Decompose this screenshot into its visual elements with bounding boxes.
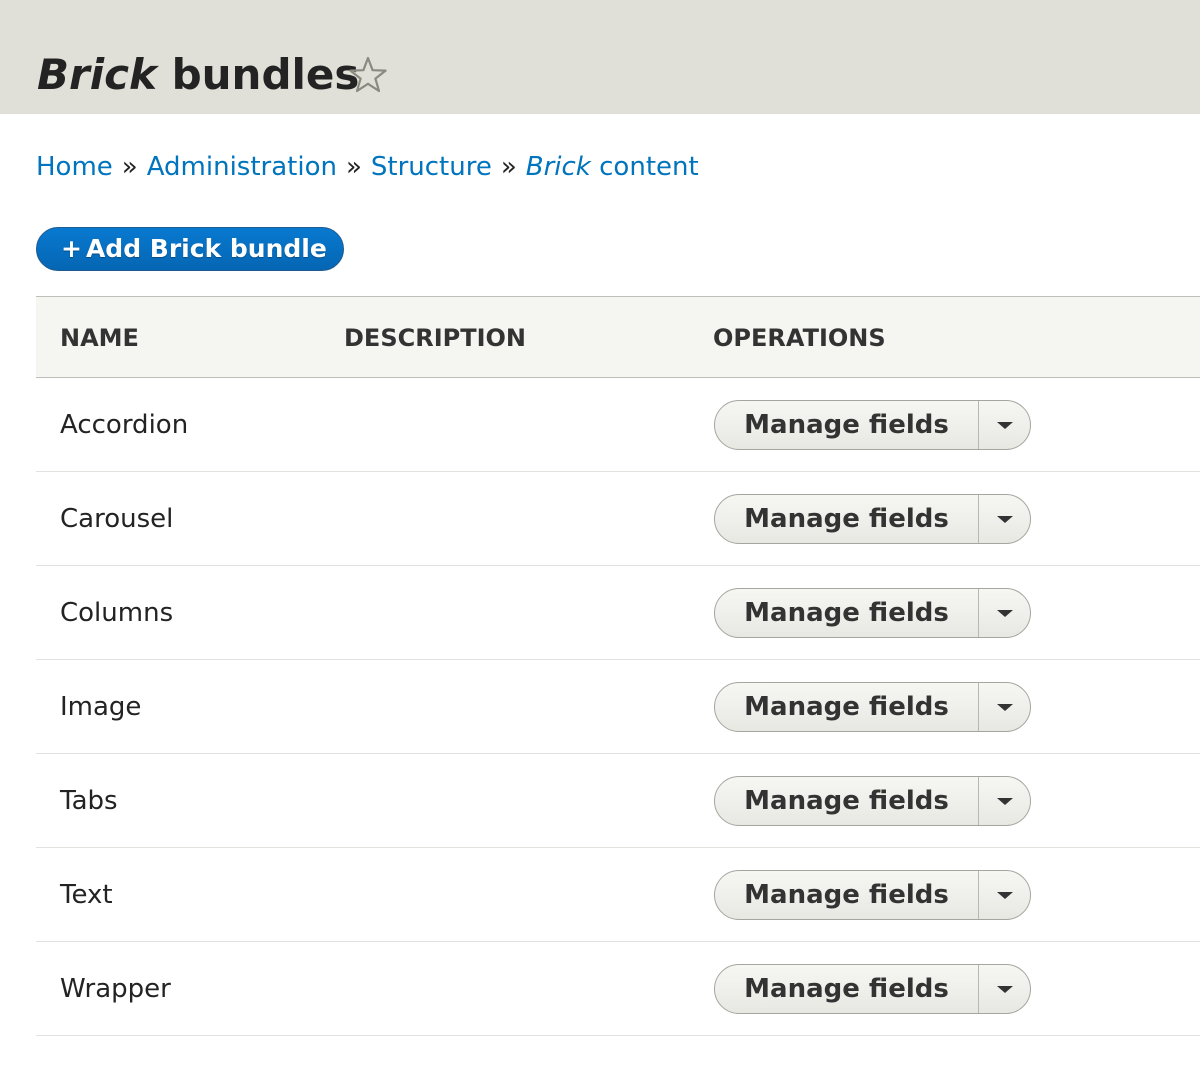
manage-fields-button[interactable]: Manage fields — [715, 401, 978, 449]
breadcrumb-home[interactable]: Home — [36, 152, 113, 182]
operations-dropbutton: Manage fields — [714, 588, 1031, 638]
dropbutton-toggle[interactable] — [978, 683, 1030, 731]
breadcrumb: Home » Administration » Structure » Brick cont… — [36, 150, 699, 184]
page-title-italic: Brick — [37, 50, 157, 99]
breadcrumb-administration[interactable]: Administration — [147, 152, 337, 182]
operations-dropbutton: Manage fields — [714, 494, 1031, 544]
table-row: Text Manage fields — [36, 848, 1200, 942]
dropbutton-toggle[interactable] — [978, 965, 1030, 1013]
caret-down-icon — [997, 516, 1013, 523]
bundle-name: Tabs — [60, 786, 118, 816]
bundle-name: Text — [60, 880, 113, 910]
caret-down-icon — [997, 422, 1013, 429]
page-header: Brick bundles — [0, 0, 1200, 114]
breadcrumb-separator: » — [121, 152, 138, 182]
bundle-name: Columns — [60, 598, 174, 628]
breadcrumb-separator: » — [345, 152, 362, 182]
breadcrumb-brick-content-italic: Brick — [525, 152, 591, 182]
breadcrumb-brick-content[interactable]: Brick content — [526, 152, 699, 182]
dropbutton-toggle[interactable] — [978, 401, 1030, 449]
caret-down-icon — [997, 986, 1013, 993]
page-title: Brick bundles — [37, 50, 359, 100]
page-title-rest: bundles — [171, 50, 360, 99]
manage-fields-button[interactable]: Manage fields — [715, 871, 978, 919]
manage-fields-button[interactable]: Manage fields — [715, 495, 978, 543]
table-row: Wrapper Manage fields — [36, 942, 1200, 1036]
brick-bundles-table: Name Description Operations Accordion Ma… — [36, 296, 1200, 1036]
table-row: Image Manage fields — [36, 660, 1200, 754]
operations-dropbutton: Manage fields — [714, 870, 1031, 920]
operations-dropbutton: Manage fields — [714, 776, 1031, 826]
column-header-operations: Operations — [713, 324, 886, 352]
table-row: Carousel Manage fields — [36, 472, 1200, 566]
dropbutton-toggle[interactable] — [978, 589, 1030, 637]
table-row: Accordion Manage fields — [36, 378, 1200, 472]
bundle-name: Accordion — [60, 410, 189, 440]
breadcrumb-separator: » — [500, 152, 517, 182]
column-header-description: Description — [344, 324, 527, 352]
column-header-name: Name — [60, 324, 139, 352]
caret-down-icon — [997, 798, 1013, 805]
table-row: Tabs Manage fields — [36, 754, 1200, 848]
breadcrumb-brick-content-rest: content — [599, 152, 699, 182]
bundle-name: Wrapper — [60, 974, 171, 1004]
star-icon[interactable] — [348, 56, 388, 94]
plus-icon: + — [61, 234, 82, 263]
dropbutton-toggle[interactable] — [978, 495, 1030, 543]
operations-dropbutton: Manage fields — [714, 682, 1031, 732]
add-brick-bundle-button[interactable]: + Add Brick bundle — [36, 227, 344, 271]
caret-down-icon — [997, 704, 1013, 711]
table-header: Name Description Operations — [36, 296, 1200, 378]
breadcrumb-structure[interactable]: Structure — [371, 152, 492, 182]
bundle-name: Image — [60, 692, 142, 722]
manage-fields-button[interactable]: Manage fields — [715, 683, 978, 731]
dropbutton-toggle[interactable] — [978, 871, 1030, 919]
table-row: Columns Manage fields — [36, 566, 1200, 660]
caret-down-icon — [997, 892, 1013, 899]
manage-fields-button[interactable]: Manage fields — [715, 965, 978, 1013]
add-brick-bundle-label: Add Brick bundle — [85, 234, 327, 263]
manage-fields-button[interactable]: Manage fields — [715, 777, 978, 825]
bundle-name: Carousel — [60, 504, 174, 534]
dropbutton-toggle[interactable] — [978, 777, 1030, 825]
operations-dropbutton: Manage fields — [714, 964, 1031, 1014]
operations-dropbutton: Manage fields — [714, 400, 1031, 450]
manage-fields-button[interactable]: Manage fields — [715, 589, 978, 637]
caret-down-icon — [997, 610, 1013, 617]
